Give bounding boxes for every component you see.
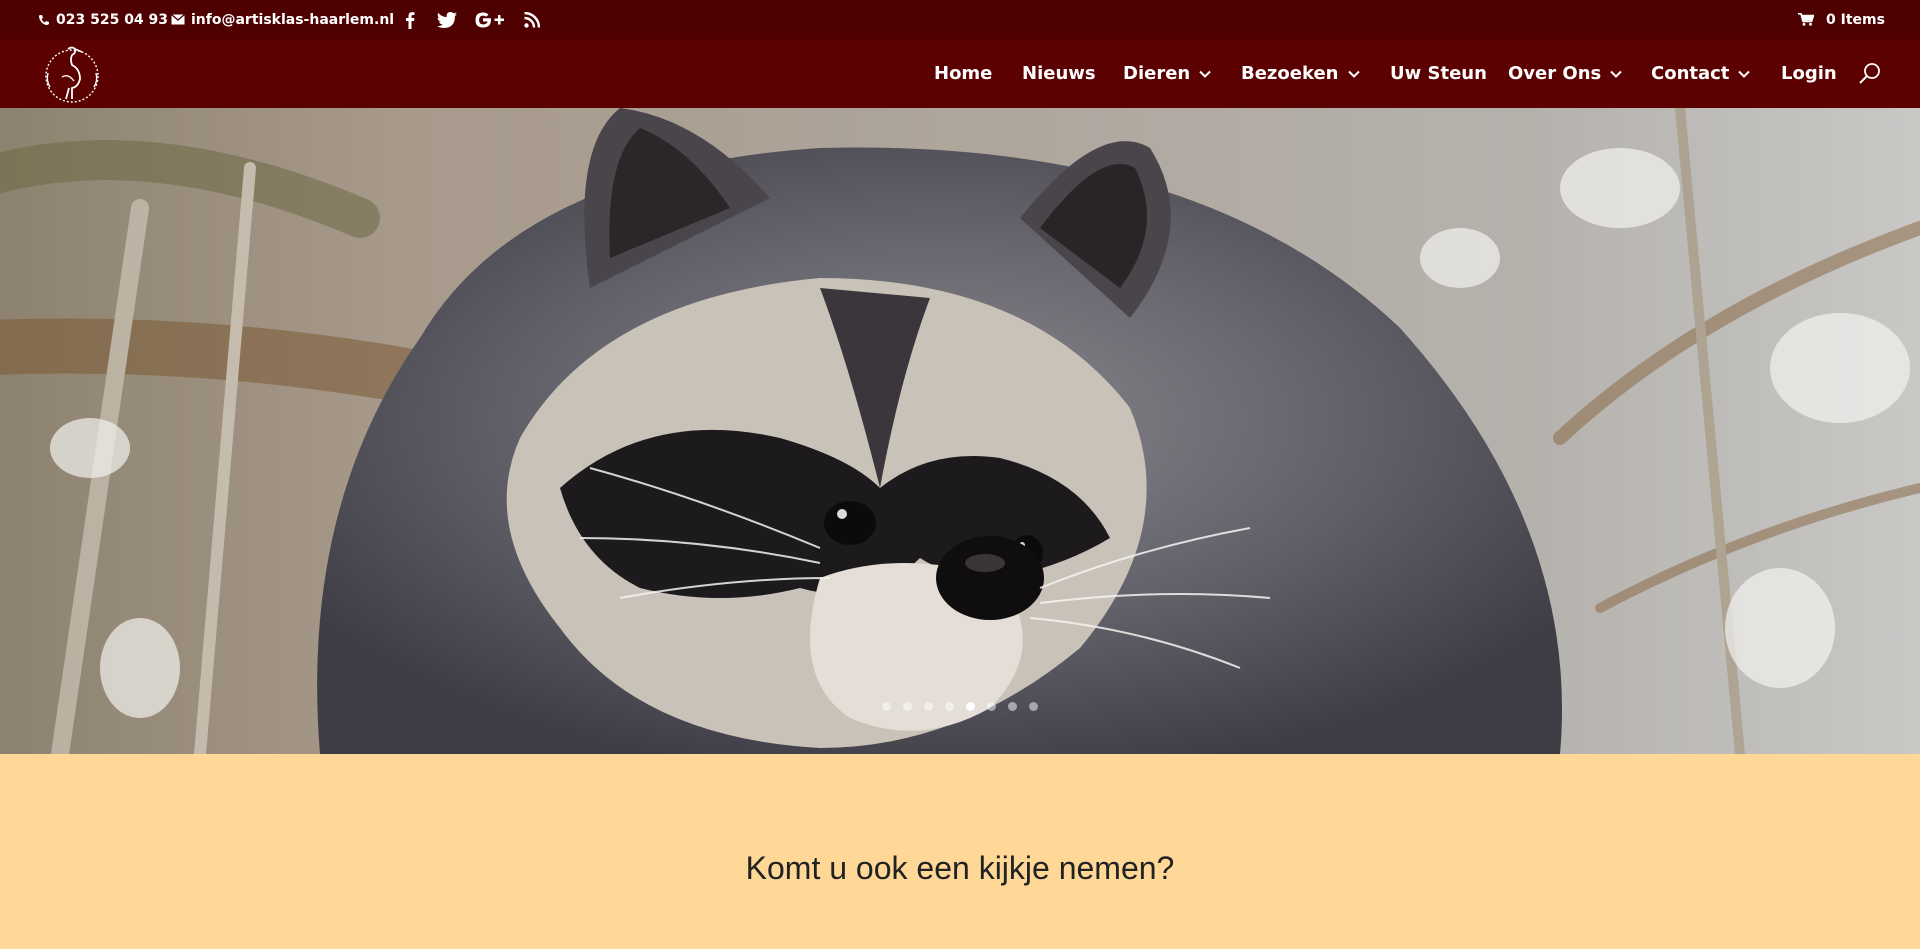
facebook-icon xyxy=(406,11,415,29)
rss-link[interactable] xyxy=(522,0,542,39)
nav-over-ons[interactable]: Over Ons xyxy=(1508,39,1622,108)
site-logo[interactable] xyxy=(42,43,102,105)
nav-nieuws-label: Nieuws xyxy=(1022,63,1096,84)
hero-slider xyxy=(0,108,1920,754)
nav-dieren-label: Dieren xyxy=(1123,63,1191,84)
search-icon xyxy=(1859,63,1880,84)
phone-number: 023 525 04 93 xyxy=(56,11,169,28)
nav-dieren[interactable]: Dieren xyxy=(1123,39,1211,108)
rss-icon xyxy=(524,11,540,28)
slider-dot[interactable] xyxy=(882,702,891,711)
slider-dot[interactable] xyxy=(945,702,954,711)
twitter-icon xyxy=(437,11,457,28)
facebook-link[interactable] xyxy=(401,0,419,39)
search-button[interactable] xyxy=(1857,61,1883,87)
phone-icon xyxy=(39,14,49,25)
email-address: info@artisklas-haarlem.nl xyxy=(191,11,395,28)
nav-home-label: Home xyxy=(934,63,993,84)
slider-dot[interactable] xyxy=(987,702,996,711)
slider-dot[interactable] xyxy=(924,702,933,711)
nav-contact[interactable]: Contact xyxy=(1651,39,1751,108)
nav-login-label: Login xyxy=(1781,63,1837,84)
slider-dot[interactable] xyxy=(903,702,912,711)
slider-dot[interactable] xyxy=(1029,702,1038,711)
envelope-icon xyxy=(171,14,185,25)
slider-pagination xyxy=(0,702,1920,711)
email-contact[interactable]: info@artisklas-haarlem.nl xyxy=(171,0,394,39)
raccoon-photo xyxy=(0,108,1920,754)
nav-bezoeken[interactable]: Bezoeken xyxy=(1241,39,1360,108)
stork-logo-icon xyxy=(45,46,99,103)
nav-bezoeken-label: Bezoeken xyxy=(1241,63,1339,84)
cart-icon xyxy=(1798,13,1814,26)
nav-nieuws[interactable]: Nieuws xyxy=(1022,39,1096,108)
slider-dot[interactable] xyxy=(1008,702,1017,711)
slider-dot-active[interactable] xyxy=(966,702,975,711)
nav-uw-steun[interactable]: Uw Steun xyxy=(1390,39,1487,108)
cart-count: 0 Items xyxy=(1826,11,1885,28)
google-plus-icon xyxy=(475,12,504,27)
chevron-down-icon xyxy=(1738,70,1751,78)
nav-home[interactable]: Home xyxy=(934,39,992,108)
nav-uw-steun-label: Uw Steun xyxy=(1390,63,1487,84)
nav-login[interactable]: Login xyxy=(1781,39,1837,108)
main-navigation: Home Nieuws Dieren Bezoeken Uw Steun Ove… xyxy=(0,39,1920,108)
chevron-down-icon xyxy=(1347,70,1360,78)
cart-link[interactable]: 0 Items xyxy=(1798,0,1885,39)
chevron-down-icon xyxy=(1199,70,1211,78)
phone-contact[interactable]: 023 525 04 93 xyxy=(38,0,168,39)
top-bar: 023 525 04 93 info@artisklas-haarlem.nl … xyxy=(0,0,1920,39)
nav-contact-label: Contact xyxy=(1651,63,1730,84)
intro-section: Komt u ook een kijkje nemen? xyxy=(0,754,1920,949)
twitter-link[interactable] xyxy=(435,0,459,39)
nav-over-ons-label: Over Ons xyxy=(1508,63,1602,84)
google-plus-link[interactable] xyxy=(473,0,505,39)
chevron-down-icon xyxy=(1610,70,1622,78)
section-heading: Komt u ook een kijkje nemen? xyxy=(745,850,1175,886)
